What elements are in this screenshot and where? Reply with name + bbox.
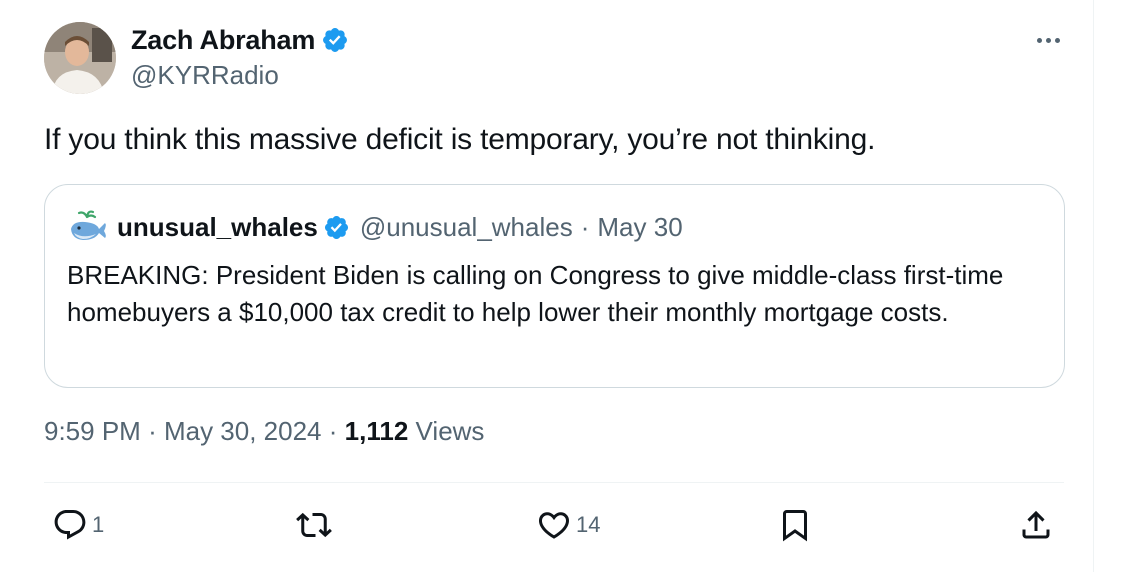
tweet-date[interactable]: May 30, 2024 bbox=[164, 416, 322, 446]
quote-author-name[interactable]: unusual_whales bbox=[117, 212, 318, 243]
quoted-tweet[interactable]: unusual_whales @unusual_whales · May 30 … bbox=[44, 184, 1065, 388]
like-button[interactable]: 14 bbox=[536, 500, 600, 550]
meta-separator: · bbox=[148, 416, 157, 446]
author-handle[interactable]: @KYRRadio bbox=[131, 60, 279, 91]
author-name[interactable]: Zach Abraham bbox=[131, 25, 315, 56]
repost-button[interactable] bbox=[296, 500, 336, 550]
meta-separator: · bbox=[328, 416, 338, 446]
quote-header: unusual_whales @unusual_whales · May 30 bbox=[67, 209, 683, 245]
action-bar: 1 14 bbox=[0, 500, 1094, 550]
share-icon bbox=[1022, 510, 1050, 539]
reply-icon bbox=[54, 510, 86, 540]
bookmark-icon bbox=[783, 510, 807, 542]
quote-separator: · bbox=[580, 211, 590, 242]
reply-count: 1 bbox=[92, 512, 105, 537]
quote-date[interactable]: May 30 bbox=[597, 212, 682, 243]
divider bbox=[44, 482, 1064, 483]
bookmark-button[interactable] bbox=[777, 500, 813, 550]
author-avatar[interactable] bbox=[44, 22, 116, 94]
whale-avatar-icon bbox=[71, 210, 106, 240]
share-button[interactable] bbox=[1018, 500, 1054, 550]
tweet-time[interactable]: 9:59 PM bbox=[44, 416, 141, 446]
tweet-meta: 9:59 PM · May 30, 2024 · 1,112 Views bbox=[44, 416, 484, 447]
like-count: 14 bbox=[576, 512, 601, 537]
like-icon bbox=[538, 512, 570, 539]
verified-badge-icon bbox=[323, 28, 348, 52]
tweet-text: If you think this massive deficit is tem… bbox=[44, 123, 876, 156]
quote-author-handle[interactable]: @unusual_whales bbox=[360, 212, 573, 243]
views-count: 1,112 bbox=[344, 416, 409, 446]
views-label: Views bbox=[415, 416, 485, 446]
quote-text: BREAKING: President Biden is calling on … bbox=[67, 260, 1004, 327]
author-name-row: Zach Abraham bbox=[131, 22, 349, 58]
verified-badge-icon bbox=[324, 215, 348, 239]
repost-icon bbox=[296, 512, 332, 538]
tweet-card: Zach Abraham @KYRRadio If you think this… bbox=[0, 0, 1094, 572]
reply-button[interactable]: 1 bbox=[52, 500, 104, 550]
more-icon[interactable] bbox=[1030, 26, 1066, 54]
